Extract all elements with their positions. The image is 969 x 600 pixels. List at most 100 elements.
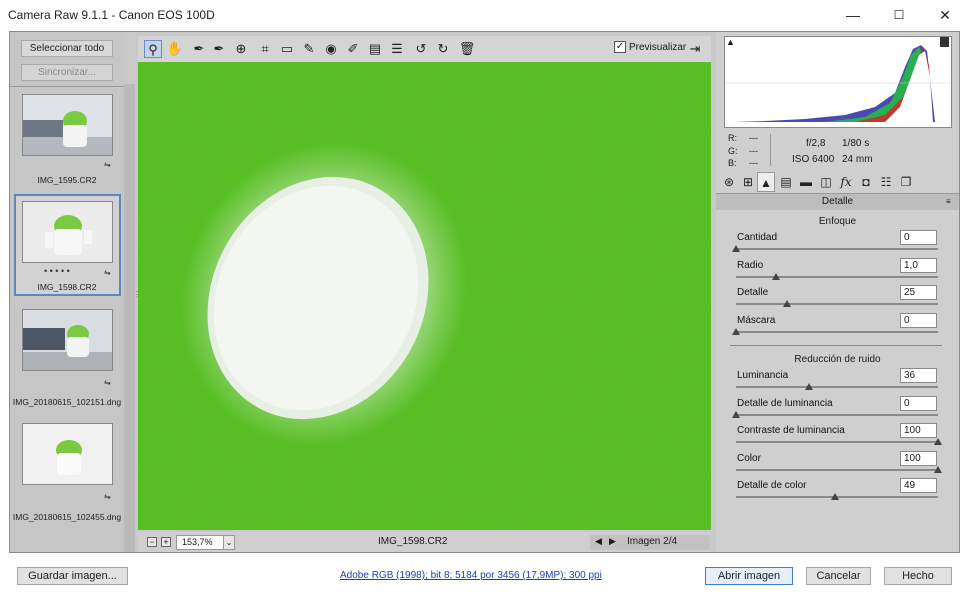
- luminance-detail-value[interactable]: 0: [900, 396, 937, 411]
- detail-value[interactable]: 25: [900, 285, 937, 300]
- masking-slider-thumb[interactable]: [732, 328, 740, 335]
- hand-icon[interactable]: ✋: [166, 40, 184, 58]
- open-image-button[interactable]: Abrir imagen: [705, 567, 793, 585]
- done-button[interactable]: Hecho: [884, 567, 952, 585]
- iso-value: ISO 6400: [792, 154, 835, 165]
- minimize-button[interactable]: —: [830, 0, 876, 30]
- sync-button[interactable]: Sincronizar...: [21, 64, 113, 81]
- amount-value[interactable]: 0: [900, 230, 937, 245]
- luminance-slider[interactable]: [736, 386, 938, 388]
- thumbnail-1[interactable]: [22, 94, 113, 156]
- effects-tab-icon[interactable]: fx: [837, 172, 855, 192]
- exif-divider: [770, 134, 771, 166]
- shadow-clipping-icon[interactable]: ▲: [726, 37, 735, 47]
- split-toning-tab-icon[interactable]: ▬: [797, 172, 815, 192]
- red-eye-icon[interactable]: ◉: [322, 40, 340, 58]
- fullscreen-icon[interactable]: ⇥: [686, 40, 704, 58]
- panel-menu-icon[interactable]: ≡: [946, 197, 951, 206]
- rotate-cw-icon[interactable]: ↻: [434, 40, 452, 58]
- lens-tab-icon[interactable]: ◫: [817, 172, 835, 192]
- image-preview[interactable]: [138, 62, 711, 530]
- next-image-icon[interactable]: ▶: [609, 536, 616, 547]
- maximize-button[interactable]: ☐: [876, 0, 922, 30]
- amount-slider[interactable]: [736, 248, 938, 250]
- radius-label: Radio: [737, 260, 764, 271]
- cancel-button[interactable]: Cancelar: [806, 567, 871, 585]
- luminance-contrast-slider-thumb[interactable]: [934, 438, 942, 445]
- detail-slider-thumb[interactable]: [782, 300, 791, 307]
- camera-calibration-tab-icon[interactable]: ◘: [857, 172, 875, 192]
- save-image-button[interactable]: Guardar imagen...: [17, 567, 128, 585]
- amount-slider-thumb[interactable]: [732, 245, 740, 252]
- prev-image-icon[interactable]: ◀: [595, 536, 602, 547]
- luminance-slider-thumb[interactable]: [804, 383, 813, 390]
- workflow-options-link[interactable]: Adobe RGB (1998); bit 8; 5184 por 3456 (…: [340, 570, 602, 581]
- trash-icon[interactable]: 🗑: [458, 40, 476, 58]
- amount-label: Cantidad: [737, 232, 778, 243]
- color-label: Color: [737, 453, 761, 464]
- presets-tab-icon[interactable]: ☷: [877, 172, 895, 192]
- zoom-out-button[interactable]: −: [147, 537, 157, 547]
- close-button[interactable]: ✕: [922, 0, 968, 30]
- luminance-contrast-value[interactable]: 100: [900, 423, 937, 438]
- luminance-detail-slider[interactable]: [736, 414, 938, 416]
- tone-curve-tab-icon[interactable]: ⊞: [739, 172, 757, 192]
- select-all-button[interactable]: Seleccionar todo: [21, 40, 113, 57]
- filmstrip-divider: [10, 86, 124, 87]
- sharpening-heading: Enfoque: [818, 216, 857, 227]
- spot-removal-icon[interactable]: ✎: [300, 40, 318, 58]
- color-detail-value[interactable]: 49: [900, 478, 937, 493]
- thumbnail-image: [23, 424, 112, 484]
- adjusted-icon: ⇋: [104, 378, 111, 387]
- preview-status-bar: − + 153,7% ⌄ IMG_1598.CR2 ◀ ▶ Imagen 2/4: [138, 532, 711, 552]
- radius-value[interactable]: 1,0: [900, 258, 937, 273]
- targeted-adjustment-icon[interactable]: ⊕: [232, 40, 250, 58]
- masking-value[interactable]: 0: [900, 313, 937, 328]
- radial-filter-icon[interactable]: ☰: [388, 40, 406, 58]
- color-slider[interactable]: [736, 469, 938, 471]
- radius-slider[interactable]: [736, 276, 938, 278]
- thumbnail-2[interactable]: [22, 201, 113, 263]
- rotate-ccw-icon[interactable]: ↺: [412, 40, 430, 58]
- noise-reduction-heading: Reducción de ruido: [794, 354, 881, 365]
- color-sampler-icon[interactable]: ✒: [210, 40, 228, 58]
- title-bar: Camera Raw 9.1.1 - Canon EOS 100D — ☐ ✕: [0, 0, 969, 30]
- hsl-tab-icon[interactable]: ▤: [777, 172, 795, 192]
- basic-tab-icon[interactable]: ⊛: [720, 172, 738, 192]
- color-slider-thumb[interactable]: [934, 466, 942, 473]
- detail-tab-icon[interactable]: ▲: [757, 172, 775, 192]
- straighten-icon[interactable]: ▭: [278, 40, 296, 58]
- luminance-value[interactable]: 36: [900, 368, 937, 383]
- rating-dots[interactable]: • • • • •: [44, 266, 70, 276]
- r-label: R:: [728, 133, 737, 143]
- masking-slider[interactable]: [736, 331, 938, 333]
- adjusted-icon: ⇋: [104, 268, 111, 277]
- white-balance-icon[interactable]: ✒: [190, 40, 208, 58]
- zoom-dropdown-icon[interactable]: ⌄: [223, 535, 235, 550]
- detail-label: Detalle: [737, 287, 769, 298]
- detail-slider[interactable]: [736, 303, 938, 305]
- luminance-contrast-slider[interactable]: [736, 441, 938, 443]
- zoom-icon[interactable]: ⚲: [144, 40, 162, 58]
- filmstrip-scrollbar[interactable]: [124, 84, 135, 552]
- zoom-in-button[interactable]: +: [161, 537, 171, 547]
- snapshots-tab-icon[interactable]: ❐: [897, 172, 915, 192]
- adjustment-brush-icon[interactable]: ✐: [344, 40, 362, 58]
- radius-slider-thumb[interactable]: [772, 273, 781, 280]
- luminance-detail-slider-thumb[interactable]: [732, 411, 740, 418]
- graduated-filter-icon[interactable]: ▤: [366, 40, 384, 58]
- highlight-clipping-icon[interactable]: ▲: [940, 37, 949, 47]
- thumbnail-image: [23, 310, 112, 370]
- shutter-value: 1/80 s: [842, 138, 870, 149]
- preview-checkbox[interactable]: ✓: [614, 41, 626, 53]
- thumbnail-3[interactable]: [22, 309, 113, 371]
- color-detail-slider-thumb[interactable]: [830, 493, 839, 500]
- crop-icon[interactable]: ⌗: [256, 40, 274, 58]
- thumbnail-4-name: IMG_20180615_102455.dng: [12, 512, 122, 522]
- g-value: ---: [749, 146, 758, 156]
- preview-photo: [138, 62, 711, 530]
- thumbnail-4[interactable]: [22, 423, 113, 485]
- color-value[interactable]: 100: [900, 451, 937, 466]
- thumbnail-image: [23, 202, 112, 262]
- histogram-graph: [725, 45, 951, 122]
